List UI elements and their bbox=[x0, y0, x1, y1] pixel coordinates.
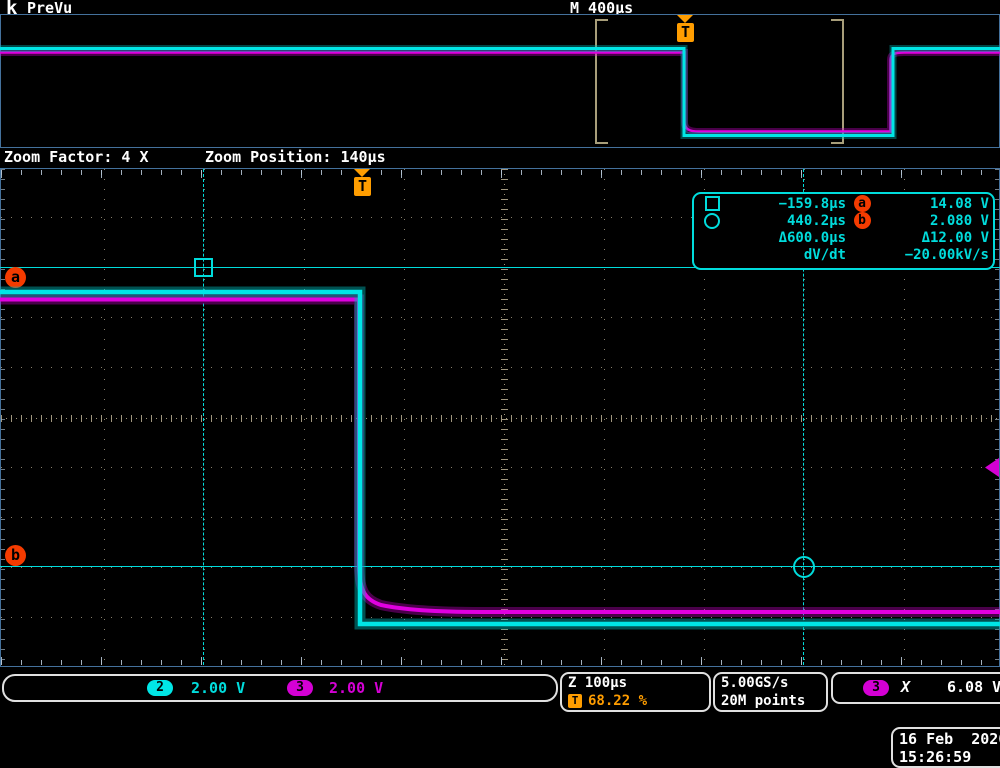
channel-readout-box[interactable]: 2 2.00 V 3 2.00 V bbox=[2, 674, 558, 702]
trigger-position-value: 68.22 % bbox=[588, 693, 647, 709]
gridline-h7 bbox=[1, 517, 999, 518]
overview-trigger-flag-icon[interactable]: T bbox=[677, 23, 694, 42]
cursor-a-marker[interactable] bbox=[194, 258, 213, 277]
channel-2-scale[interactable]: 2.00 V bbox=[191, 679, 245, 697]
center-horizontal-axis bbox=[1, 415, 999, 422]
cursor-b-label-badge: b bbox=[854, 212, 871, 229]
zoom-position-label: Zoom Position: 140µs bbox=[205, 148, 386, 166]
cursor-b-horizontal-line[interactable] bbox=[0, 566, 1000, 567]
zoom-scale-box[interactable]: Z 100µs T 68.22 % bbox=[560, 672, 711, 712]
record-length-readout: 20M points bbox=[721, 693, 805, 709]
cursor-a-vertical-line[interactable] bbox=[203, 169, 204, 665]
trigger-readout-box[interactable]: 3 X 6.08 V bbox=[831, 672, 1000, 704]
channel-3-scale[interactable]: 2.00 V bbox=[329, 679, 383, 697]
channel-2-badge[interactable]: 2 bbox=[147, 680, 173, 696]
cursor-readout-box: −159.8µs a 14.08 V 440.2µs b 2.080 V Δ60… bbox=[692, 192, 995, 270]
cursor-b-marker[interactable] bbox=[793, 556, 815, 578]
cursor-b-badge: b bbox=[5, 545, 26, 566]
bottom-edge-major-ticks bbox=[1, 657, 999, 665]
trigger-slope-icon: X bbox=[901, 678, 910, 696]
overview-trigger-arrow-icon[interactable] bbox=[677, 15, 693, 23]
right-edge-ticks bbox=[995, 169, 999, 666]
trigger-position-icon: T bbox=[568, 694, 582, 708]
zoom-factor-label: Zoom Factor: 4 X bbox=[4, 148, 149, 166]
sample-rate-readout: 5.00GS/s bbox=[721, 675, 788, 691]
cursor-b-time: 440.2µs bbox=[730, 213, 846, 229]
trigger-source-badge: 3 bbox=[863, 680, 889, 696]
time-readout: 15:26:59 bbox=[899, 748, 971, 766]
cursor-b-voltage: 2.080 V bbox=[878, 213, 989, 229]
cursor-b-icon bbox=[694, 213, 730, 229]
oscilloscope-screen: k PreVu M 400µs Zoom Factor: 4 X Zoom Po… bbox=[0, 0, 1000, 768]
zoom-scale-readout: Z 100µs bbox=[568, 675, 627, 691]
cursor-a-voltage: 14.08 V bbox=[878, 196, 989, 212]
gridline-h6 bbox=[1, 467, 999, 468]
cursor-a-icon bbox=[694, 196, 730, 211]
gridline-h3 bbox=[1, 317, 999, 318]
top-edge-major-ticks bbox=[1, 170, 999, 178]
cursor-a-label-badge: a bbox=[854, 195, 871, 212]
channel-3-badge[interactable]: 3 bbox=[287, 680, 313, 696]
date-readout: 16 Feb 2020 bbox=[899, 730, 1000, 748]
datetime-box: 16 Feb 2020 15:26:59 bbox=[891, 727, 1000, 768]
left-edge-ticks bbox=[1, 169, 5, 666]
overview-window bbox=[0, 14, 1000, 148]
cursor-delta-time: Δ600.0µs bbox=[730, 230, 846, 246]
cursor-a-badge: a bbox=[5, 267, 26, 288]
gridline-h9 bbox=[1, 617, 999, 618]
trigger-level-readout: 6.08 V bbox=[947, 678, 1000, 696]
cursor-slope-value: −20.00kV/s bbox=[878, 247, 989, 263]
gridline-h4 bbox=[1, 367, 999, 368]
cursor-a-time: −159.8µs bbox=[730, 196, 846, 212]
cursor-slope-label: dV/dt bbox=[730, 247, 846, 263]
acquisition-box[interactable]: 5.00GS/s 20M points bbox=[713, 672, 828, 712]
zoom-trigger-arrow-icon[interactable] bbox=[354, 169, 370, 177]
cursor-delta-voltage: Δ12.00 V bbox=[878, 230, 989, 246]
gridline-h8 bbox=[1, 567, 999, 568]
zoom-trigger-flag-icon[interactable]: T bbox=[354, 177, 371, 196]
